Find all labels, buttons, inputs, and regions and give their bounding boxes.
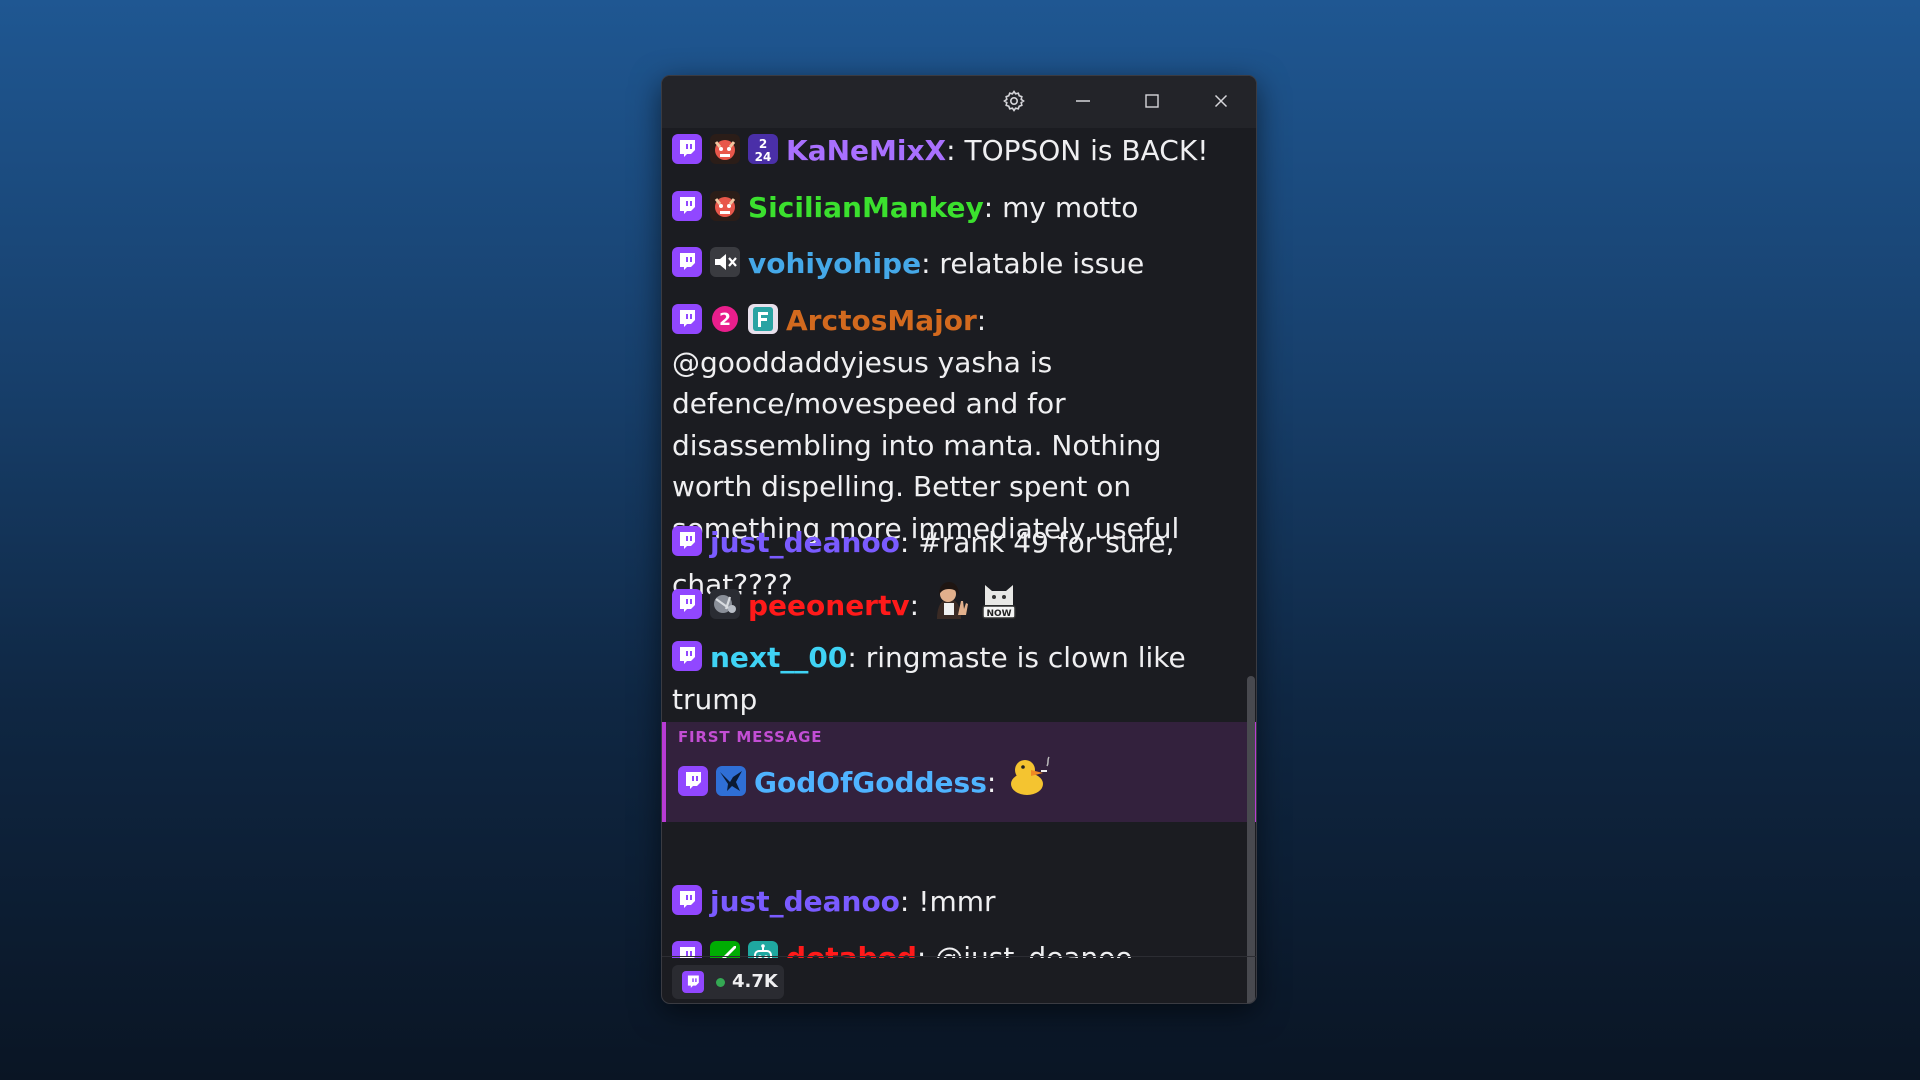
username[interactable]: SicilianMankey xyxy=(748,191,984,224)
twitch-icon xyxy=(672,641,702,671)
smoking-duck-emote xyxy=(1005,754,1051,810)
twitch-icon xyxy=(672,134,702,164)
twitch-icon xyxy=(672,885,702,915)
message-text: my motto xyxy=(1002,191,1139,224)
chat-message: GodOfGoddess: xyxy=(678,754,1244,810)
username[interactable]: just_deanoo xyxy=(710,526,900,559)
username[interactable]: KaNeMixX xyxy=(786,134,946,167)
live-dot xyxy=(716,978,725,987)
username[interactable]: next__00 xyxy=(710,641,847,674)
year-2024-badge: 2 24 xyxy=(748,134,778,164)
svg-text:NOW: NOW xyxy=(986,609,1011,619)
username[interactable]: GodOfGoddess xyxy=(754,766,987,799)
chat-message: just_deanoo: !mmr xyxy=(672,881,1238,923)
chat-message: 2 24 KaNeMixX: TOPSON is BACK! xyxy=(672,130,1238,172)
game-badge xyxy=(710,589,740,619)
twitch-icon xyxy=(682,971,704,993)
title-bar xyxy=(662,76,1256,128)
viewer-count-pill[interactable]: 4.7K xyxy=(672,965,784,999)
gear-icon[interactable] xyxy=(1002,89,1026,113)
twitch-icon xyxy=(678,766,708,796)
username[interactable]: ArctosMajor xyxy=(786,304,977,337)
chat-message: peeonertv: NOW xyxy=(672,579,1238,633)
chat-window: 2 24 KaNeMixX: TOPSON is BACK! SicilianMan… xyxy=(661,75,1257,1004)
status-bar: 4.7K xyxy=(662,956,1256,1003)
demon-mask-badge xyxy=(710,134,740,164)
message-text: relatable issue xyxy=(939,247,1145,280)
founder-badge xyxy=(748,304,778,334)
first-message-label: FIRST MESSAGE xyxy=(678,728,823,746)
waving-woman-emote xyxy=(928,579,970,633)
username[interactable]: just_deanoo xyxy=(710,885,900,918)
maximize-icon[interactable] xyxy=(1140,89,1164,113)
username[interactable]: peeonertv xyxy=(748,589,910,622)
chat-message: vohiyohipe: relatable issue xyxy=(672,243,1238,285)
close-icon[interactable] xyxy=(1209,89,1233,113)
svg-text:2: 2 xyxy=(759,137,767,151)
message-text: @gooddaddyjesus yasha is defence/movespe… xyxy=(672,345,1180,545)
bird-badge xyxy=(716,766,746,796)
chat-message: dotabod: @just_deanoo Immortal · #49 xyxy=(672,937,1238,958)
chat-log[interactable]: 2 24 KaNeMixX: TOPSON is BACK! SicilianMan… xyxy=(662,130,1246,958)
username[interactable]: vohiyohipe xyxy=(748,247,921,280)
cat-now-emote: NOW xyxy=(979,579,1019,633)
chat-message: 2 ArctosMajor: @gooddaddyjesus yasha is d… xyxy=(672,304,1180,545)
svg-text:2: 2 xyxy=(719,310,731,330)
viewer-count: 4.7K xyxy=(732,971,778,992)
chat-message: next__00: ringmaste is clown like trump xyxy=(672,641,1186,716)
twitch-icon xyxy=(672,526,702,556)
demon-mask-badge xyxy=(710,191,740,221)
muted-speaker-badge xyxy=(710,247,740,277)
message-text: TOPSON is BACK! xyxy=(964,134,1209,167)
twitch-icon xyxy=(672,247,702,277)
twitch-icon xyxy=(672,191,702,221)
message-text: !mmr xyxy=(918,885,996,918)
svg-text:24: 24 xyxy=(755,150,772,164)
twitch-icon xyxy=(672,589,702,619)
twitch-icon xyxy=(672,304,702,334)
sub-gift-badge: 2 xyxy=(710,304,740,334)
chat-message: SicilianMankey: my motto xyxy=(672,187,1238,229)
first-message-highlight: FIRST MESSAGE GodOfGoddess: xyxy=(662,722,1256,822)
scrollbar[interactable] xyxy=(1247,676,1255,1003)
minimize-icon[interactable] xyxy=(1071,89,1095,113)
